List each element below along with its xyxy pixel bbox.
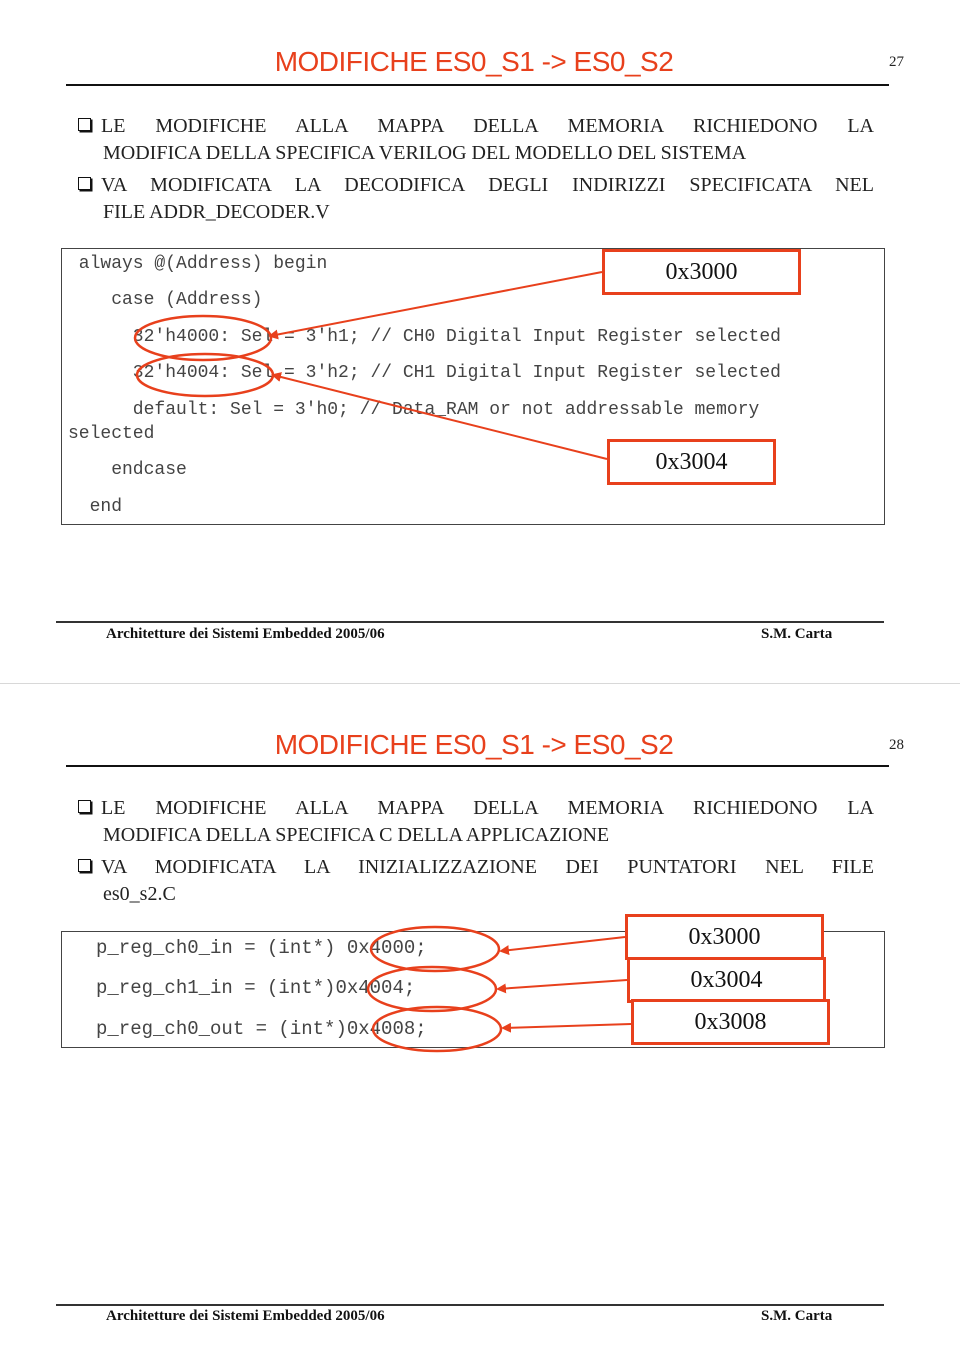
bullet-text-line1: VA MODIFICATA LA INIZIALIZZAZIONE DEI PU… <box>101 856 874 878</box>
bullet-text-line2: es0_s2.C <box>103 883 176 905</box>
footer-course: Architetture dei Sistemi Embedded 2005/0… <box>106 626 385 642</box>
footer-author: S.M. Carta <box>761 1308 833 1324</box>
slide-title: MODIFICHE ES0_S1 -> ES0_S2 <box>274 729 674 760</box>
bullet-text-line2: MODIFICA DELLA SPECIFICA VERILOG DEL MOD… <box>103 142 747 164</box>
address-callout-0x3004: 0x3004 <box>627 957 826 1003</box>
code-line: 32'h4004: Sel = 3'h2; // CH1 Digital Inp… <box>68 363 781 383</box>
footer-rule <box>56 621 884 623</box>
code-line: case (Address) <box>68 290 263 310</box>
address-callout-0x3004: 0x3004 <box>607 439 776 485</box>
checkbox-bullet-icon <box>78 118 91 131</box>
bullet-item: VA MODIFICATA LA INIZIALIZZAZIONE DEI PU… <box>78 854 874 908</box>
code-line: always @(Address) begin <box>68 254 328 274</box>
code-line: p_reg_ch1_in = (int*)0x4004; <box>96 977 416 999</box>
bullet-item: LE MODIFICHE ALLA MAPPA DELLA MEMORIA RI… <box>78 113 874 167</box>
code-line: end <box>68 497 123 517</box>
checkbox-bullet-icon <box>78 177 91 190</box>
bullet-text-line2: FILE ADDR_DECODER.V <box>103 201 330 223</box>
slide-28: MODIFICHE ES0_S1 -> ES0_S2 28 LE MODIFIC… <box>0 683 960 1367</box>
title-rule <box>66 84 889 86</box>
code-line: 32'h4000: Sel = 3'h1; // CH0 Digital Inp… <box>68 327 781 347</box>
bullet-text-line1: LE MODIFICHE ALLA MAPPA DELLA MEMORIA RI… <box>101 115 874 137</box>
checkbox-bullet-icon <box>78 800 91 813</box>
bullet-item: VA MODIFICATA LA DECODIFICA DEGLI INDIRI… <box>78 172 874 226</box>
code-line: p_reg_ch0_in = (int*) 0x4000; <box>96 937 427 959</box>
page-number: 27 <box>889 54 904 70</box>
address-callout-0x3008: 0x3008 <box>631 999 830 1045</box>
title-rule <box>66 765 889 767</box>
code-line: default: Sel = 3'h0; // Data_RAM or not … <box>68 400 760 420</box>
bullet-text-line2: MODIFICA DELLA SPECIFICA C DELLA APPLICA… <box>103 824 610 846</box>
bullet-text-line1: LE MODIFICHE ALLA MAPPA DELLA MEMORIA RI… <box>101 797 874 819</box>
checkbox-bullet-icon <box>78 859 91 872</box>
footer-rule <box>56 1304 884 1306</box>
code-line: p_reg_ch0_out = (int*)0x4008; <box>96 1018 427 1040</box>
address-callout-0x3000: 0x3000 <box>625 914 824 960</box>
code-line: selected <box>68 424 155 444</box>
bullet-item: LE MODIFICHE ALLA MAPPA DELLA MEMORIA RI… <box>78 795 874 849</box>
page-number: 28 <box>889 737 904 753</box>
address-callout-0x3000: 0x3000 <box>602 249 801 295</box>
bullet-text-line1: VA MODIFICATA LA DECODIFICA DEGLI INDIRI… <box>101 174 874 196</box>
code-line: endcase <box>68 460 187 480</box>
slide-27: MODIFICHE ES0_S1 -> ES0_S2 27 LE MODIFIC… <box>0 0 960 683</box>
footer-course: Architetture dei Sistemi Embedded 2005/0… <box>106 1308 385 1324</box>
footer-author: S.M. Carta <box>761 626 833 642</box>
slide-title: MODIFICHE ES0_S1 -> ES0_S2 <box>274 46 674 77</box>
